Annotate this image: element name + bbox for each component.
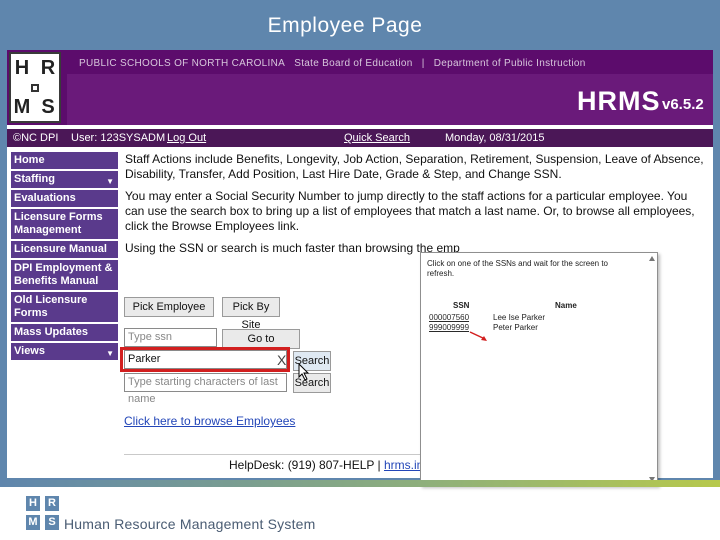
nav-item-staffing[interactable]: Staffing ▼: [11, 171, 118, 188]
footer-logo-r: R: [45, 496, 59, 511]
logo-letter-m: M: [13, 96, 31, 118]
date-label: Monday, 08/31/2015: [445, 132, 545, 144]
ssn-results-popup: Click on one of the SSNs and wait for th…: [420, 252, 658, 486]
nav-item-old-licensure-forms[interactable]: Old Licensure Forms: [11, 292, 118, 322]
result-name: Lee Ise Parker: [493, 313, 546, 322]
nav-item-licensure-forms-management[interactable]: Licensure Forms Management: [11, 209, 118, 239]
slide-accent-bar: [0, 480, 720, 487]
status-bar: ©NC DPI User: 123SYSADM Log Out Quick Se…: [7, 129, 713, 147]
pick-by-site-button[interactable]: Pick By Site: [222, 297, 280, 331]
nav-item-views[interactable]: Views ▼: [11, 343, 118, 360]
logo-letter-h: H: [14, 57, 30, 79]
nav-label: Old Licensure Forms: [14, 294, 88, 319]
ssn-input[interactable]: Type ssn: [124, 328, 217, 347]
instructions-paragraph: You may enter a Social Security Number t…: [125, 189, 695, 233]
copyright-text: ©NC DPI: [13, 132, 59, 144]
popup-scrollbar[interactable]: [649, 255, 655, 483]
nav-label: Staffing: [14, 173, 55, 185]
footer-logo-m: M: [26, 515, 40, 530]
footer-hrms-logo: H R M S: [26, 496, 59, 530]
footer-logo-s: S: [45, 515, 59, 530]
logo-dot: [31, 84, 39, 92]
search-field-highlight: [120, 347, 290, 372]
arrow-pointer-icon: [469, 331, 487, 341]
nav-label: DPI Employment & Benefits Manual: [14, 262, 113, 287]
logo-letter-s: S: [41, 96, 55, 118]
mouse-cursor-icon: [298, 363, 310, 381]
link-dpi[interactable]: Department of Public Instruction: [434, 58, 586, 69]
nav-label: Mass Updates: [14, 326, 88, 338]
nav-label: Home: [14, 154, 45, 166]
nav-item-evaluations[interactable]: Evaluations: [11, 190, 118, 207]
column-header-ssn: SSN: [453, 301, 470, 310]
column-header-name: Name: [555, 301, 577, 310]
result-ssn-link[interactable]: 000007560: [429, 313, 469, 322]
pick-employee-button[interactable]: Pick Employee: [124, 297, 214, 317]
quick-search-link[interactable]: Quick Search: [344, 132, 410, 144]
footer-title: Human Resource Management System: [64, 516, 316, 532]
app-name: HRMS: [577, 86, 661, 116]
slide-title: Employee Page: [267, 14, 423, 37]
staff-actions-paragraph: Staff Actions include Benefits, Longevit…: [125, 152, 704, 181]
chevron-down-icon: ▼: [106, 349, 114, 358]
top-banner: H R M S PUBLIC SCHOOLS OF NORTH CAROLINA…: [7, 50, 713, 125]
chevron-down-icon: ▼: [106, 177, 114, 186]
sidebar-nav: Home Staffing ▼ Evaluations Licensure For…: [11, 152, 118, 362]
nav-item-licensure-manual[interactable]: Licensure Manual: [11, 241, 118, 258]
main-content: Staff Actions include Benefits, Longevit…: [125, 152, 705, 263]
last-name-input[interactable]: Type starting characters of last name: [124, 373, 287, 405]
nav-label: Licensure Manual: [14, 243, 107, 255]
footer-logo-h: H: [26, 496, 40, 511]
nav-label: Views: [14, 345, 45, 357]
banner-links: PUBLIC SCHOOLS OF NORTH CAROLINA State B…: [79, 58, 592, 69]
link-public-schools[interactable]: PUBLIC SCHOOLS OF NORTH CAROLINA: [79, 58, 285, 69]
browse-employees-link[interactable]: Click here to browse Employees: [124, 414, 295, 428]
helpdesk-text: HelpDesk: (919) 807-HELP |: [229, 458, 381, 472]
link-state-board[interactable]: State Board of Education: [294, 58, 412, 69]
go-to-employee-button[interactable]: Go to employee: [222, 329, 300, 363]
nav-item-mass-updates[interactable]: Mass Updates: [11, 324, 118, 341]
banner-separator: |: [421, 58, 425, 69]
user-label: User: 123SYSADM: [71, 132, 166, 144]
result-name: Peter Parker: [493, 323, 538, 332]
result-ssn-link[interactable]: 999009999: [429, 323, 469, 332]
helpdesk-line: HelpDesk: (919) 807-HELP | hrms.incide: [229, 458, 445, 472]
nav-item-home[interactable]: Home: [11, 152, 118, 169]
logout-link[interactable]: Log Out: [167, 132, 206, 144]
nav-label: Evaluations: [14, 192, 76, 204]
app-version: v6.5.2: [662, 96, 704, 113]
nav-label: Licensure Forms Management: [14, 211, 103, 236]
popup-instructions: Click on one of the SSNs and wait for th…: [427, 259, 608, 278]
hrms-logo: H R M S: [9, 52, 61, 123]
nav-item-dpi-employment-manual[interactable]: DPI Employment & Benefits Manual: [11, 260, 118, 290]
logo-letter-r: R: [40, 57, 56, 79]
